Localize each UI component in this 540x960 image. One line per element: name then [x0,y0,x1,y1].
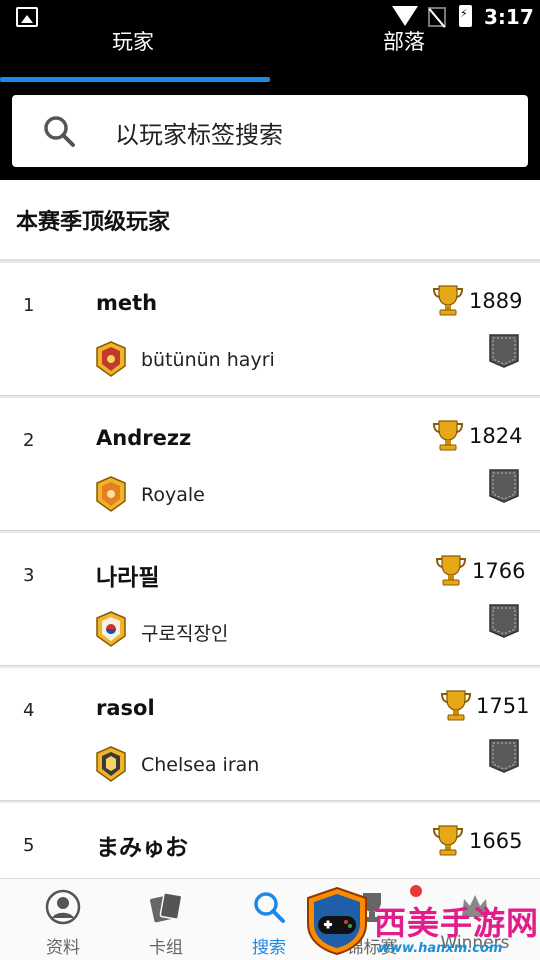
player-rank: 4 [23,700,35,721]
profile-icon [45,889,81,925]
nav-label: 资料 [46,938,80,958]
trophy-icon [432,285,464,316]
player-row[interactable]: 2 Andrezz 1824 Royale [0,398,540,531]
clan-name: 구로직장인 [141,623,229,645]
player-row[interactable]: 4 rasol 1751 Chelsea iran [0,668,540,801]
player-trophies: 1824 [469,424,523,448]
player-row[interactable]: 3 나라필 1766 구로직장인 [0,533,540,666]
clan-name: Chelsea iran [141,754,260,776]
player-name: meth [96,291,158,315]
player-tag-search-field[interactable]: 以玩家标签搜索 [12,95,528,167]
player-rank: 1 [23,295,35,316]
player-rank: 5 [23,835,35,856]
clan-badge-icon [96,476,126,512]
trophy-icon [432,825,464,856]
watermark-text: 西美手游网 [374,904,540,942]
player-row[interactable]: 5 まみゅお 1665 [0,803,540,878]
player-name: rasol [96,696,155,720]
player-trophies: 1665 [469,829,523,853]
card-slot-icon [489,334,519,368]
top-players-list[interactable]: 本赛季顶级玩家 1 meth 1889 bütünün hayri 2 Andr… [0,180,540,878]
trophy-icon [440,690,472,721]
trophy-icon [435,555,467,586]
section-title: 本赛季顶级玩家 [0,180,540,261]
clan-badge-icon [96,611,126,647]
clan-badge-icon [96,341,126,377]
status-time: 3:17 [484,5,534,29]
active-tab-indicator [0,77,270,82]
no-sim-icon [428,7,446,27]
search-icon [44,116,75,147]
search-placeholder: 以玩家标签搜索 [115,121,283,149]
watermark-url: www.hanxm.com [378,941,503,956]
player-trophies: 1751 [476,694,530,718]
player-row[interactable]: 1 meth 1889 bütünün hayri [0,263,540,396]
card-slot-icon [489,469,519,503]
site-watermark: 西美手游网 www.hanxm.com [300,880,540,960]
cards-icon [150,892,183,923]
player-trophies: 1766 [472,559,526,583]
clan-name: Royale [141,484,205,506]
player-name: まみゅお [96,835,188,861]
card-slot-icon [489,739,519,773]
tab-players[interactable]: 玩家 [112,26,154,56]
player-trophies: 1889 [469,289,523,313]
tab-clans[interactable]: 部落 [383,26,425,56]
player-name: 나라필 [96,565,160,591]
clan-badge-icon [96,746,126,782]
card-slot-icon [489,604,519,638]
app-header: 3:17 玩家 部落 以玩家标签搜索 [0,0,540,180]
player-name: Andrezz [96,426,192,450]
gallery-notification-icon [16,7,38,27]
trophy-icon [432,420,464,451]
player-rank: 3 [23,565,35,586]
player-rank: 2 [23,430,35,451]
search-icon [254,892,285,923]
nav-label: 卡组 [149,938,183,958]
gamepad-shield-logo [307,886,367,956]
nav-profile[interactable]: 资料 [13,879,113,960]
nav-decks[interactable]: 卡组 [116,879,216,960]
wifi-icon [392,6,418,26]
clan-name: bütünün hayri [141,349,275,371]
battery-charging-icon [459,5,472,27]
status-bar: 3:17 [0,0,540,34]
